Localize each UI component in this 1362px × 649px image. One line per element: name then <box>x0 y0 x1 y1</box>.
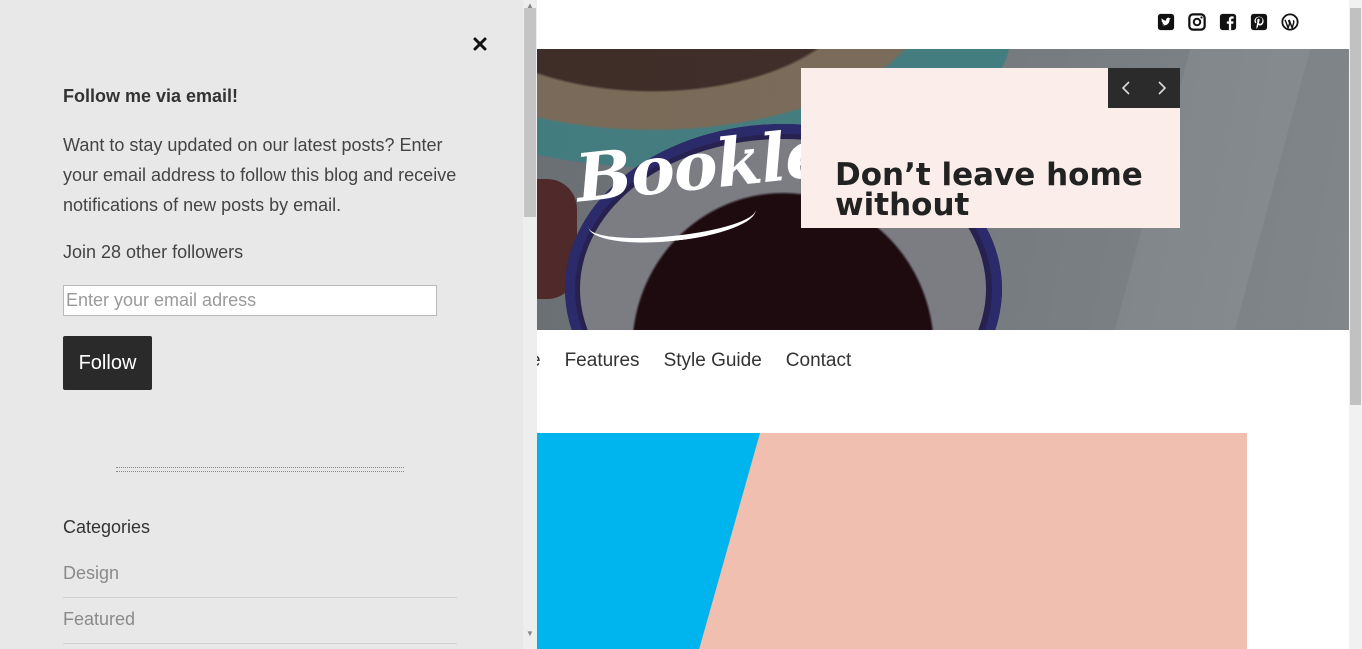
sidebar-overlay: Follow me via email! Want to stay update… <box>0 0 537 649</box>
categories-list: Design Featured <box>63 552 457 644</box>
category-link-featured[interactable]: Featured <box>63 598 457 644</box>
follow-button[interactable]: Follow <box>63 336 152 390</box>
categories-heading: Categories <box>63 517 151 537</box>
followers-count-text: Join 28 other followers <box>63 242 244 262</box>
email-widget-description: Want to stay updated on our latest posts… <box>63 135 457 215</box>
chevron-right-icon <box>1158 81 1167 95</box>
close-icon <box>473 37 487 51</box>
nav-item-style-guide[interactable]: Style Guide <box>664 348 762 374</box>
slide-title[interactable]: Don’t leave home without <box>835 160 1155 221</box>
pinterest-icon[interactable] <box>1249 12 1269 32</box>
category-link-design[interactable]: Design <box>63 552 457 598</box>
facebook-icon[interactable] <box>1218 12 1238 32</box>
wordpress-icon[interactable] <box>1280 12 1300 32</box>
close-button[interactable] <box>470 34 490 54</box>
scroll-down-arrow-icon[interactable]: ▼ <box>526 630 534 638</box>
email-input[interactable] <box>63 285 437 316</box>
twitter-icon[interactable] <box>1156 12 1176 32</box>
main-navigation: e Features Style Guide Contact <box>530 348 851 374</box>
social-links <box>1156 12 1300 32</box>
nav-item-features[interactable]: Features <box>565 348 640 374</box>
sidebar-scrollbar-thumb[interactable] <box>524 8 536 217</box>
chevron-left-icon <box>1121 81 1130 95</box>
slider-prev-button[interactable] <box>1108 68 1144 108</box>
email-widget-title: Follow me via email! <box>63 86 239 106</box>
instagram-icon[interactable] <box>1187 12 1207 32</box>
page-scrollbar[interactable] <box>1349 0 1362 649</box>
page-scrollbar-thumb[interactable] <box>1350 8 1361 405</box>
slider-controls <box>1108 68 1180 108</box>
widget-divider <box>116 467 404 472</box>
nav-item-contact[interactable]: Contact <box>786 348 851 374</box>
sidebar-scrollbar[interactable]: ▲ ▼ <box>523 0 537 649</box>
slider-next-button[interactable] <box>1144 68 1180 108</box>
